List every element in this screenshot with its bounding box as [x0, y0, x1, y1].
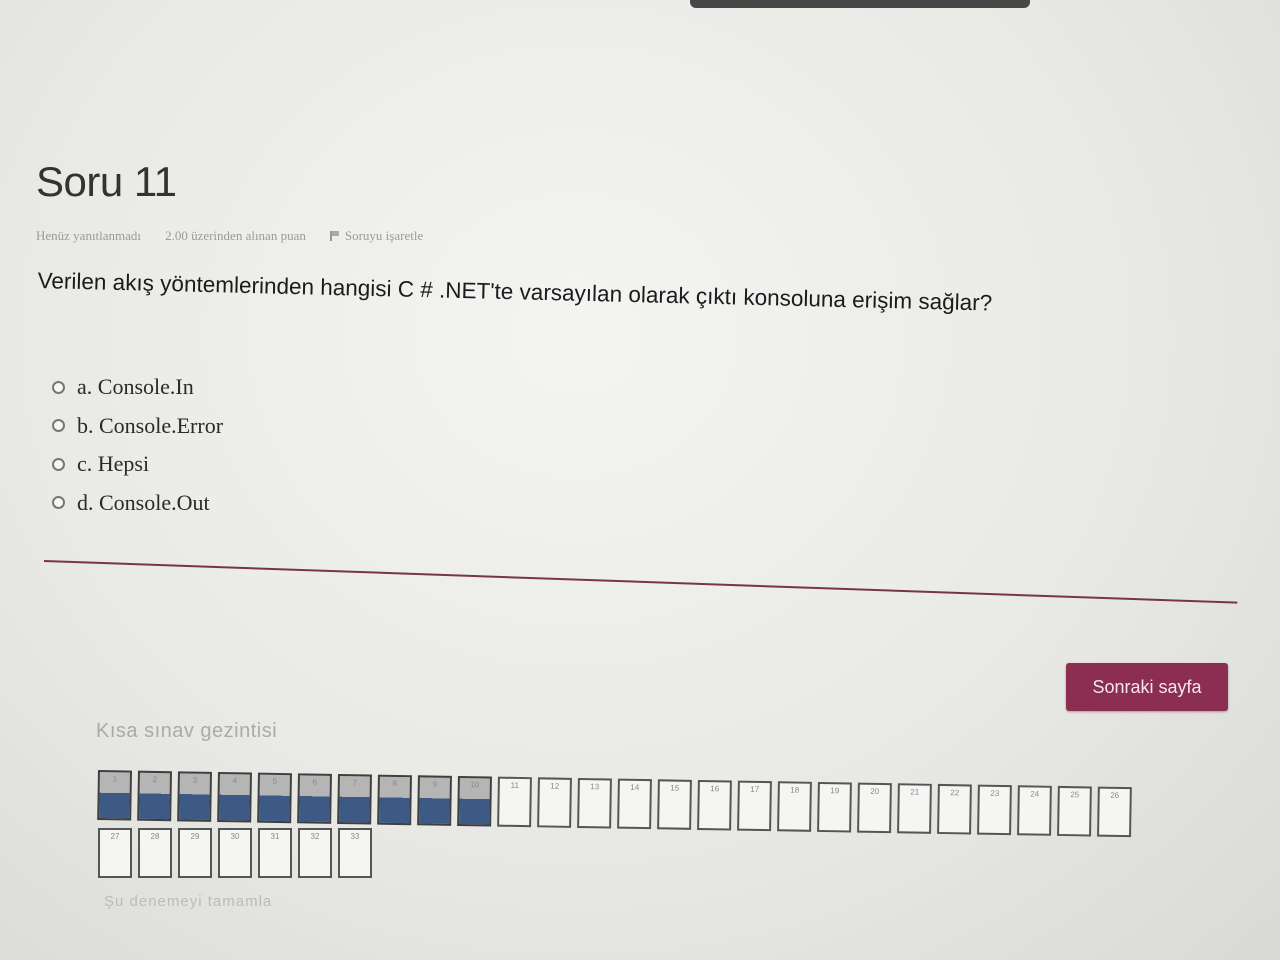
answer-option-b[interactable]: b. Console.Error [52, 407, 223, 446]
quiz-nav-number: 28 [150, 832, 160, 841]
quiz-nav-number: 32 [310, 832, 320, 841]
radio-button[interactable] [52, 496, 65, 510]
quiz-nav-number: 33 [350, 832, 360, 841]
header-banner [690, 0, 1030, 8]
quiz-nav-number: 24 [1030, 789, 1040, 799]
quiz-nav-button[interactable]: 28 [138, 828, 172, 878]
quiz-nav-number: 27 [110, 832, 120, 841]
radio-button[interactable] [52, 419, 65, 433]
answer-label: d. Console.Out [77, 489, 210, 515]
radio-button[interactable] [52, 380, 65, 394]
quiz-nav-number: 1 [112, 774, 118, 784]
quiz-nav-button[interactable]: 27 [98, 828, 132, 878]
quiz-nav-number: 2 [152, 774, 158, 784]
quiz-nav-button[interactable]: 15 [657, 779, 692, 830]
quiz-nav-button[interactable]: 18 [777, 781, 812, 832]
quiz-nav-number: 14 [630, 782, 640, 792]
answer-list: a. Console.In b. Console.Error c. Hepsi … [52, 368, 223, 522]
quiz-nav-button[interactable]: 16 [697, 779, 732, 831]
quiz-nav-button[interactable]: 32 [298, 828, 332, 878]
quiz-nav-number: 4 [232, 776, 238, 786]
quiz-nav-button[interactable]: 19 [817, 781, 852, 833]
question-points: 2.00 üzerinden alınan puan [165, 228, 306, 243]
quiz-nav-number: 11 [510, 780, 520, 790]
answer-label: c. Hepsi [77, 451, 150, 477]
flag-question-link[interactable]: Soruyu işaretle [329, 228, 424, 244]
quiz-nav-number: 12 [550, 781, 560, 791]
quiz-nav-button[interactable]: 21 [897, 783, 932, 834]
quiz-nav-number: 20 [870, 786, 880, 796]
quiz-nav-number: 25 [1070, 790, 1080, 800]
quiz-nav-button[interactable]: 1 [97, 770, 132, 821]
quiz-nav-number: 22 [950, 788, 960, 798]
quiz-nav-button[interactable]: 17 [737, 780, 772, 832]
question-info: Henüz yanıtlanmadı 2.00 üzerinden alınan… [36, 228, 423, 244]
quiz-nav-number: 17 [750, 784, 760, 794]
quiz-nav-button[interactable]: 11 [497, 776, 532, 828]
quiz-nav-number: 23 [990, 788, 1000, 798]
quiz-nav-button[interactable]: 22 [937, 783, 972, 835]
quiz-nav-button[interactable]: 20 [857, 782, 892, 834]
question-text: Verilen akış yöntemlerinden hangisi C # … [37, 268, 993, 316]
answer-label: a. Console.In [77, 374, 194, 400]
answer-option-a[interactable]: a. Console.In [52, 368, 223, 407]
quiz-nav-button[interactable]: 30 [218, 828, 252, 878]
quiz-nav-number: 29 [190, 832, 200, 841]
next-page-button[interactable]: Sonraki sayfa [1066, 663, 1228, 711]
question-status: Henüz yanıtlanmadı [36, 228, 142, 243]
quiz-nav-button[interactable]: 6 [297, 773, 332, 824]
quiz-nav-number: 16 [710, 784, 720, 794]
finish-attempt-link[interactable]: Şu denemeyi tamamla [104, 893, 272, 910]
quiz-nav-button[interactable]: 23 [977, 784, 1012, 836]
quiz-nav-number: 19 [830, 786, 840, 796]
quiz-nav-button[interactable]: 4 [217, 771, 252, 823]
answer-label: b. Console.Error [77, 412, 224, 438]
quiz-nav-button[interactable]: 2 [137, 770, 172, 822]
quiz-nav-number: 18 [790, 785, 800, 795]
quiz-nav-button[interactable]: 12 [537, 777, 572, 828]
quiz-nav-button[interactable]: 9 [417, 775, 452, 826]
quiz-nav-button[interactable]: 5 [257, 772, 292, 824]
radio-button[interactable] [52, 457, 65, 471]
quiz-nav-number: 31 [270, 832, 280, 841]
quiz-nav-button[interactable]: 8 [377, 774, 412, 826]
quiz-nav-number: 9 [432, 779, 438, 789]
quiz-nav-button[interactable]: 24 [1017, 785, 1052, 836]
quiz-nav-button[interactable]: 14 [617, 778, 652, 830]
quiz-nav-number: 30 [230, 832, 240, 841]
question-title: Soru 11 [36, 158, 177, 205]
flag-icon [329, 231, 340, 241]
quiz-nav-button[interactable]: 10 [457, 775, 492, 827]
answer-option-c[interactable]: c. Hepsi [52, 445, 223, 484]
quiz-nav-number: 21 [910, 787, 920, 797]
quiz-nav-number: 5 [272, 776, 278, 786]
quiz-nav-button[interactable]: 33 [338, 828, 372, 878]
quiz-nav-button[interactable]: 26 [1097, 786, 1132, 838]
quiz-nav-number: 8 [392, 778, 398, 788]
quiz-nav-number: 13 [590, 782, 600, 792]
question-divider [43, 560, 1238, 604]
quiz-nav-button[interactable]: 25 [1057, 785, 1092, 837]
quiz-nav-number: 26 [1110, 790, 1120, 800]
quiz-nav-button[interactable]: 13 [577, 777, 612, 829]
quiz-nav-number: 7 [352, 778, 358, 788]
flag-question-label: Soruyu işaretle [344, 228, 424, 243]
quiz-navigation-title: Kısa sınav gezintisi [96, 720, 278, 742]
answer-option-d[interactable]: d. Console.Out [52, 484, 223, 523]
quiz-nav-button[interactable]: 31 [258, 828, 292, 878]
quiz-nav-number: 15 [670, 783, 680, 793]
quiz-nav-button[interactable]: 29 [178, 828, 212, 878]
quiz-nav-number: 3 [192, 775, 198, 785]
quiz-nav-button[interactable]: 7 [337, 773, 372, 825]
quiz-nav-button[interactable]: 3 [177, 771, 212, 822]
quiz-navigation-row: 27 28 29 30 31 32 33 [98, 828, 372, 878]
quiz-nav-number: 10 [470, 780, 480, 790]
quiz-nav-number: 6 [312, 777, 318, 787]
